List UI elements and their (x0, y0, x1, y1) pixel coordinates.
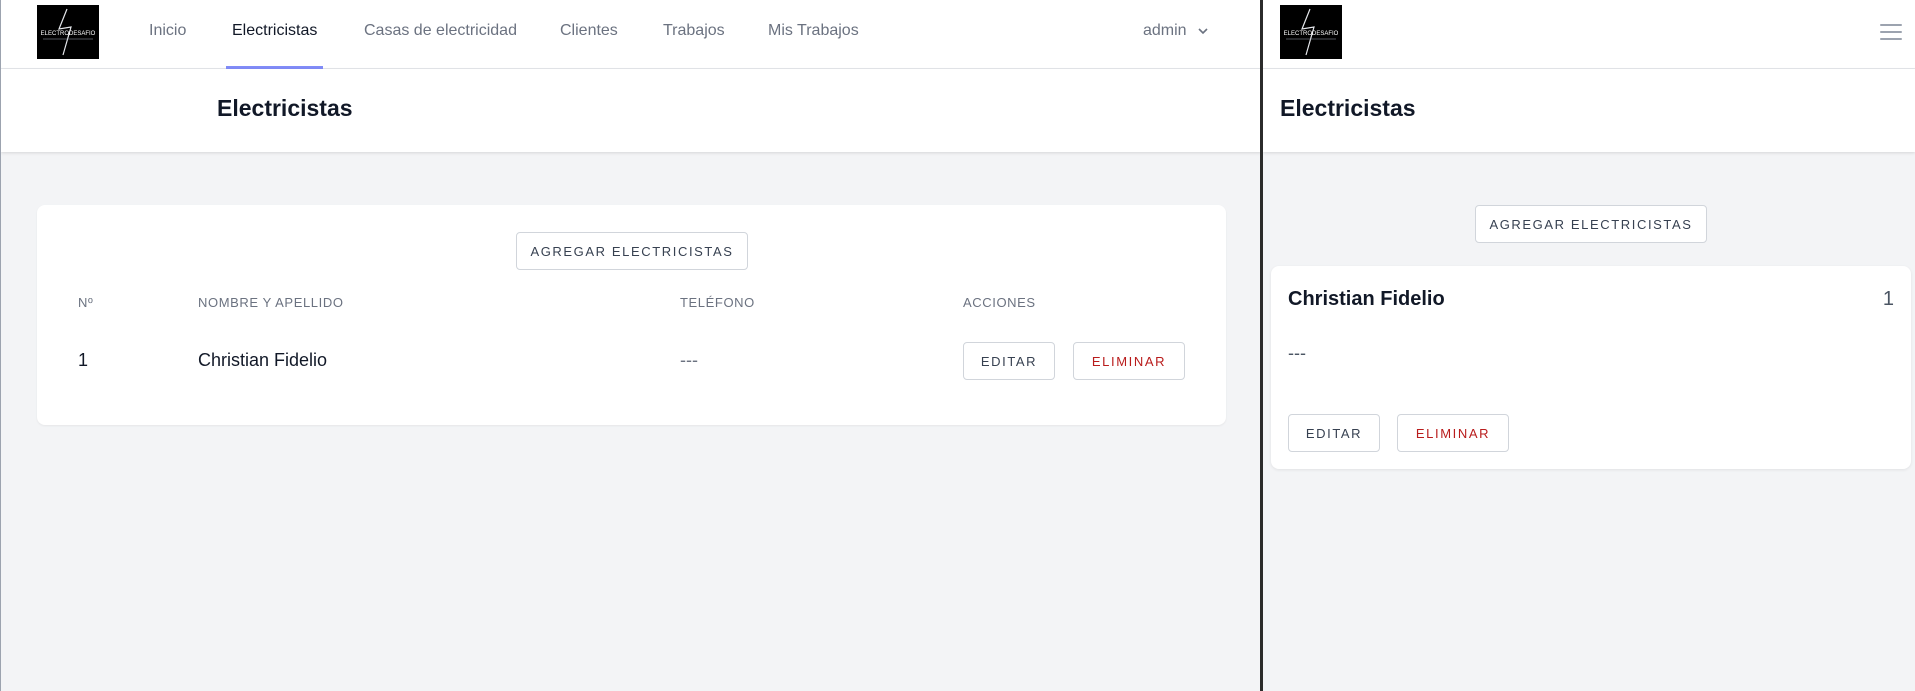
user-name: admin (1143, 22, 1187, 39)
mobile-view: ELECTRODESAFIO Electricistas AGREGAR ELE… (1263, 0, 1915, 691)
logo-image: ELECTRODESAFIO (1284, 8, 1339, 56)
delete-button[interactable]: ELIMINAR (1397, 414, 1509, 452)
logo-text: ELECTRODESAFIO (1284, 31, 1339, 37)
user-menu-dropdown[interactable]: admin (1143, 22, 1209, 40)
row-name: Christian Fidelio (198, 350, 328, 370)
column-header-phone: TELÉFONO (680, 295, 755, 310)
delete-button[interactable]: ELIMINAR (1073, 342, 1185, 380)
electricista-card: Christian Fidelio 1 --- EDITAR ELIMINAR (1271, 266, 1911, 469)
mobile-page-header: Electricistas (1263, 69, 1915, 152)
logo-image: ELECTRODESAFIO (41, 8, 96, 56)
add-electricistas-button[interactable]: AGREGAR ELECTRICISTAS (1475, 205, 1707, 243)
nav-link-inicio[interactable]: Inicio (149, 22, 186, 40)
logo-text: ELECTRODESAFIO (41, 31, 96, 37)
card-name: Christian Fidelio (1288, 288, 1445, 310)
top-navbar: ELECTRODESAFIO Inicio Electricistas Casa… (1, 0, 1262, 69)
row-phone: --- (680, 350, 698, 370)
electricistas-table-card: AGREGAR ELECTRICISTAS Nº NOMBRE Y APELLI… (37, 205, 1226, 425)
nav-link-electricistas[interactable]: Electricistas (232, 22, 317, 40)
edit-button[interactable]: EDITAR (1288, 414, 1380, 452)
column-header-name: NOMBRE Y APELLIDO (198, 295, 344, 310)
nav-link-casas-de-electricidad[interactable]: Casas de electricidad (364, 22, 517, 40)
card-phone: --- (1288, 343, 1306, 363)
add-electricistas-button[interactable]: AGREGAR ELECTRICISTAS (516, 232, 748, 270)
chevron-down-icon (1198, 28, 1208, 35)
nav-link-mis-trabajos[interactable]: Mis Trabajos (768, 22, 859, 40)
column-header-number: Nº (78, 295, 94, 310)
column-header-actions: ACCIONES (963, 295, 1036, 310)
nav-link-trabajos[interactable]: Trabajos (663, 22, 725, 40)
page-title: Electricistas (1280, 95, 1416, 121)
electrodesafio-logo[interactable]: ELECTRODESAFIO (1280, 5, 1342, 59)
mobile-navbar: ELECTRODESAFIO (1263, 0, 1915, 69)
hamburger-menu-icon[interactable] (1880, 22, 1902, 42)
desktop-view: ELECTRODESAFIO Inicio Electricistas Casa… (0, 0, 1262, 691)
page-title: Electricistas (217, 95, 353, 121)
nav-link-clientes[interactable]: Clientes (560, 22, 618, 40)
card-number: 1 (1882, 288, 1894, 310)
row-number: 1 (78, 350, 89, 370)
page-header: Electricistas (1, 69, 1262, 152)
edit-button[interactable]: EDITAR (963, 342, 1055, 380)
electrodesafio-logo[interactable]: ELECTRODESAFIO (37, 5, 99, 59)
